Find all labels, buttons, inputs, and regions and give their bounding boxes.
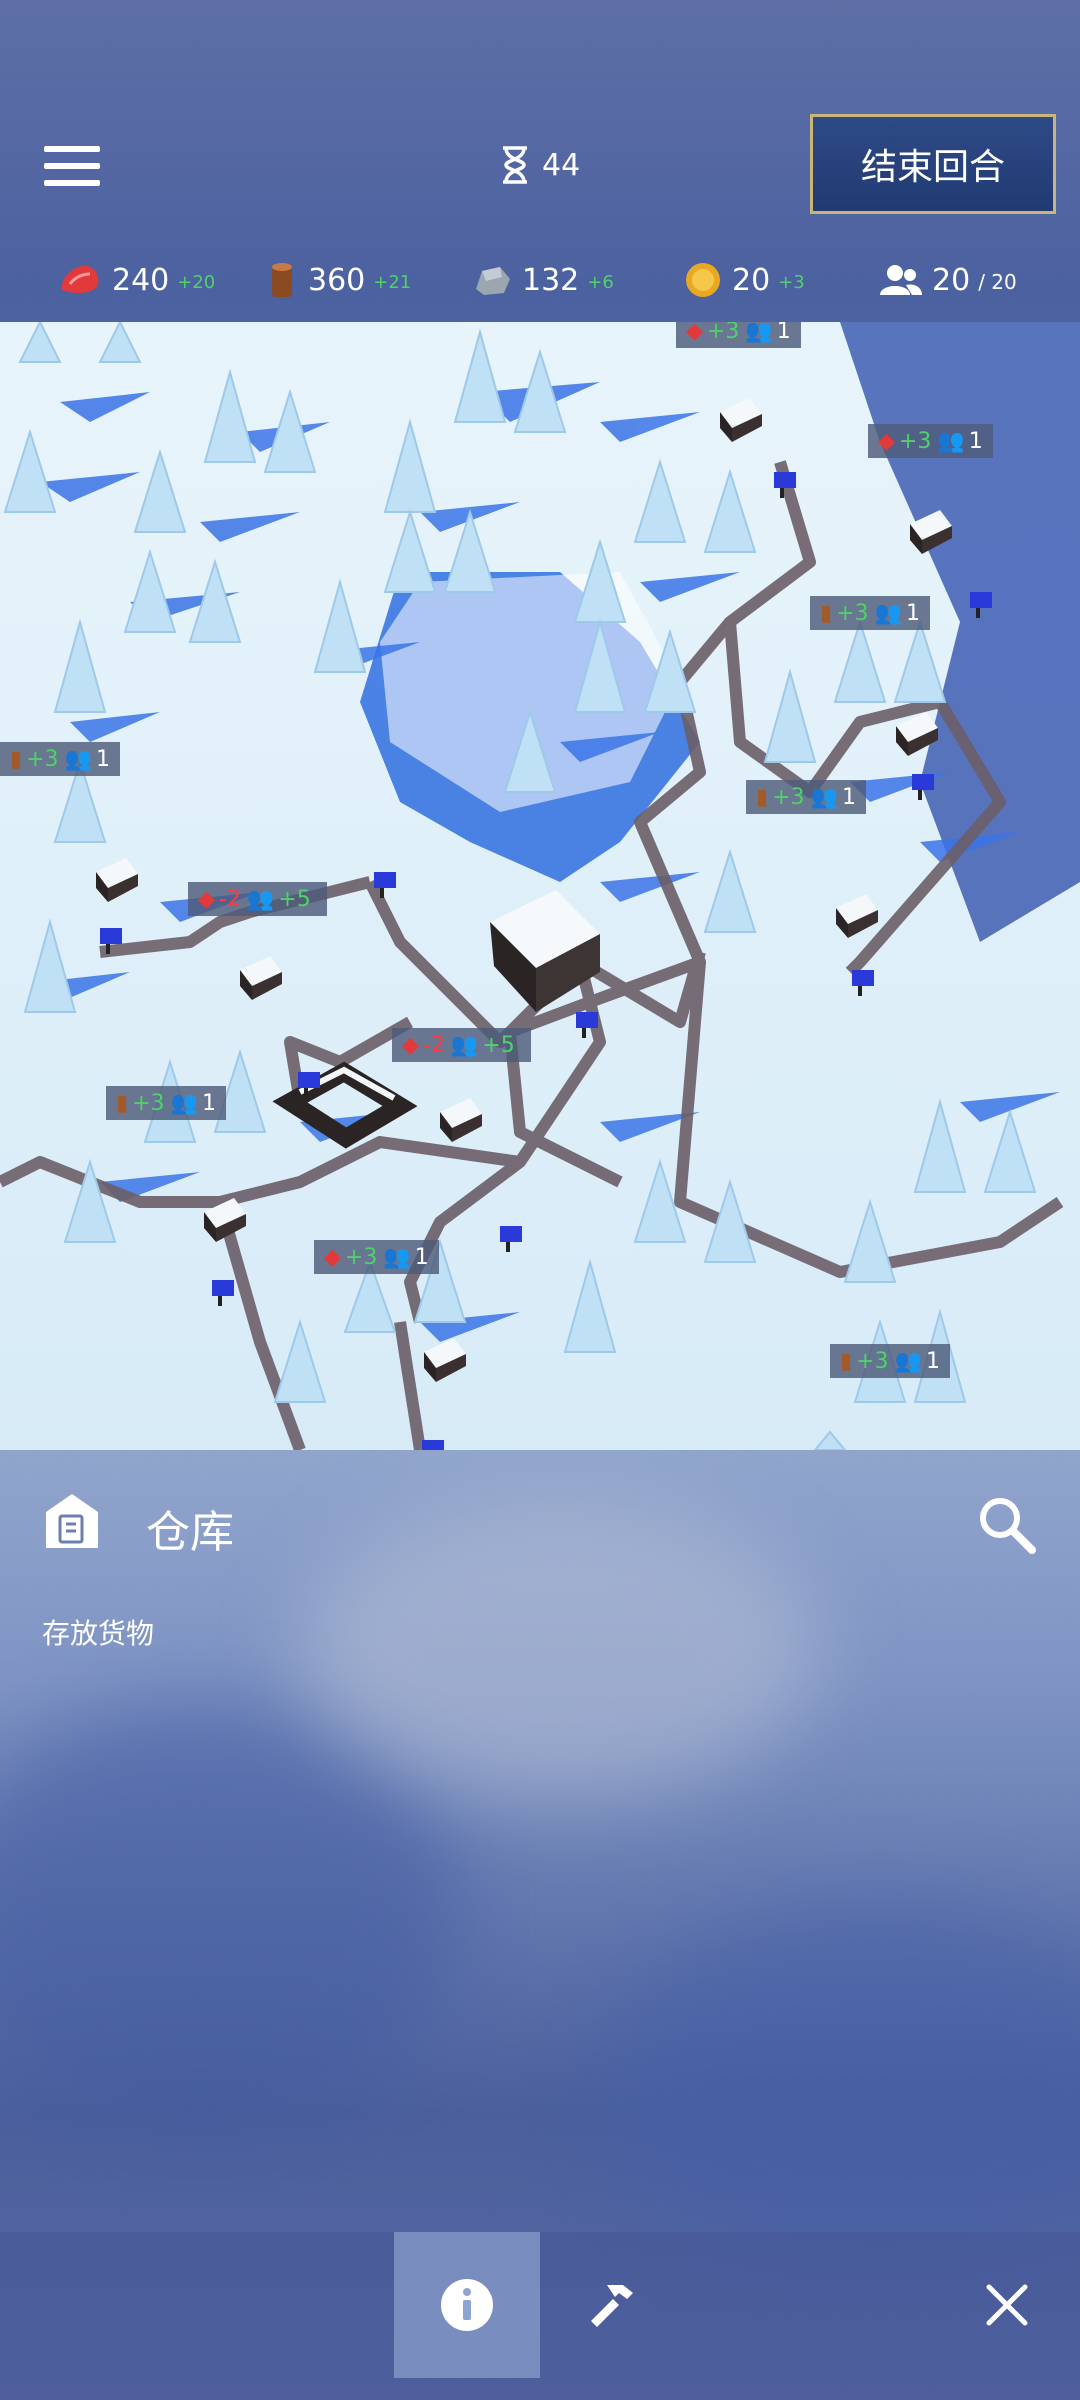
worker-icon: 👥 (170, 1090, 198, 1116)
building-description: 存放货物 (42, 1617, 155, 1650)
tile-label[interactable]: ▮ +3 👥 1 (810, 596, 930, 630)
gold-delta: +3 (778, 271, 805, 293)
tile-label[interactable]: ◆ +3 👥 1 (868, 424, 993, 458)
end-turn-label: 结束回合 (860, 147, 1005, 188)
building-name: 仓库 (146, 1507, 234, 1558)
turn-count: 44 (542, 147, 581, 183)
meat-icon: ◆ (878, 428, 895, 454)
worker-icon: 👥 (810, 784, 838, 810)
meat-icon: ◆ (198, 886, 215, 912)
meat-icon: ◆ (324, 1244, 341, 1270)
wood-icon: ▮ (116, 1090, 129, 1116)
hammer-icon (591, 2285, 633, 2327)
meat-icon (61, 265, 99, 293)
tile-label[interactable]: ▮ +3 👥 1 (830, 1344, 950, 1378)
worker-icon: 👥 (745, 322, 773, 344)
meat-icon: ◆ (686, 322, 703, 344)
turn-counter: 44 (500, 140, 580, 190)
wood-delta: +21 (373, 271, 412, 293)
population-cap: / 20 (978, 270, 1017, 294)
worker-icon: 👥 (894, 1348, 922, 1374)
tile-label[interactable]: ▮ +3 👥 1 (0, 742, 120, 776)
tile-label[interactable]: ▮ +3 👥 1 (106, 1086, 226, 1120)
map-scene[interactable] (0, 322, 1080, 1450)
gold-icon (686, 263, 720, 297)
meat-value: 240 (112, 262, 170, 298)
search-icon[interactable] (976, 1494, 1036, 1554)
wood-icon: ▮ (840, 1348, 853, 1374)
info-icon (441, 2279, 493, 2331)
resource-bar: 240 +20 360 +21 132 +6 20 +3 20 / 20 (0, 252, 1080, 308)
population-icon (880, 265, 922, 295)
population-value: 20 (932, 262, 971, 298)
stone-icon (476, 267, 510, 295)
close-tab[interactable] (934, 2232, 1080, 2378)
meat-icon: ◆ (402, 1032, 419, 1058)
wood-value: 360 (308, 262, 366, 298)
tile-label[interactable]: ▮ +3 👥 1 (746, 780, 866, 814)
info-tab[interactable] (394, 2232, 540, 2378)
build-tab[interactable] (540, 2232, 686, 2378)
close-icon (986, 2284, 1028, 2326)
menu-button[interactable] (44, 146, 100, 186)
tile-label[interactable]: ◆ -2 👥 +5 (188, 882, 327, 916)
resource-wood: 360 +21 (266, 252, 411, 308)
game-map[interactable]: ◆ +3 👥 1 ◆ +3 👥 1 ▮ +3 👥 1 ▮ +3 👥 1 ▮ +3… (0, 322, 1080, 1450)
gold-value: 20 (732, 262, 771, 298)
resource-stone: 132 +6 (472, 252, 614, 308)
top-bar: 44 结束回合 240 +20 360 +21 132 +6 20 +3 20 … (0, 0, 1080, 320)
warehouse-icon (46, 1494, 98, 1548)
stone-delta: +6 (587, 271, 614, 293)
stone-value: 132 (522, 262, 580, 298)
wood-icon: ▮ (756, 784, 769, 810)
wood-icon (272, 263, 292, 297)
worker-icon: 👥 (450, 1032, 479, 1058)
wood-icon: ▮ (10, 746, 23, 772)
tile-label[interactable]: ◆ +3 👥 1 (314, 1240, 439, 1274)
worker-icon: 👥 (383, 1244, 411, 1270)
resource-population: 20 / 20 (880, 252, 1017, 308)
end-turn-button[interactable]: 结束回合 (810, 114, 1056, 214)
panel-cloud (600, 1900, 1080, 2280)
tile-label[interactable]: ◆ -2 👥 +5 (392, 1028, 531, 1062)
wood-icon: ▮ (820, 600, 833, 626)
meat-delta: +20 (177, 271, 216, 293)
hourglass-icon (503, 146, 527, 184)
worker-icon: 👥 (874, 600, 902, 626)
worker-icon: 👥 (937, 428, 965, 454)
tile-label[interactable]: ◆ +3 👥 1 (676, 322, 801, 348)
resource-gold: 20 +3 (684, 252, 805, 308)
worker-icon: 👥 (246, 886, 275, 912)
worker-icon: 👥 (64, 746, 92, 772)
resource-meat: 240 +20 (58, 252, 215, 308)
